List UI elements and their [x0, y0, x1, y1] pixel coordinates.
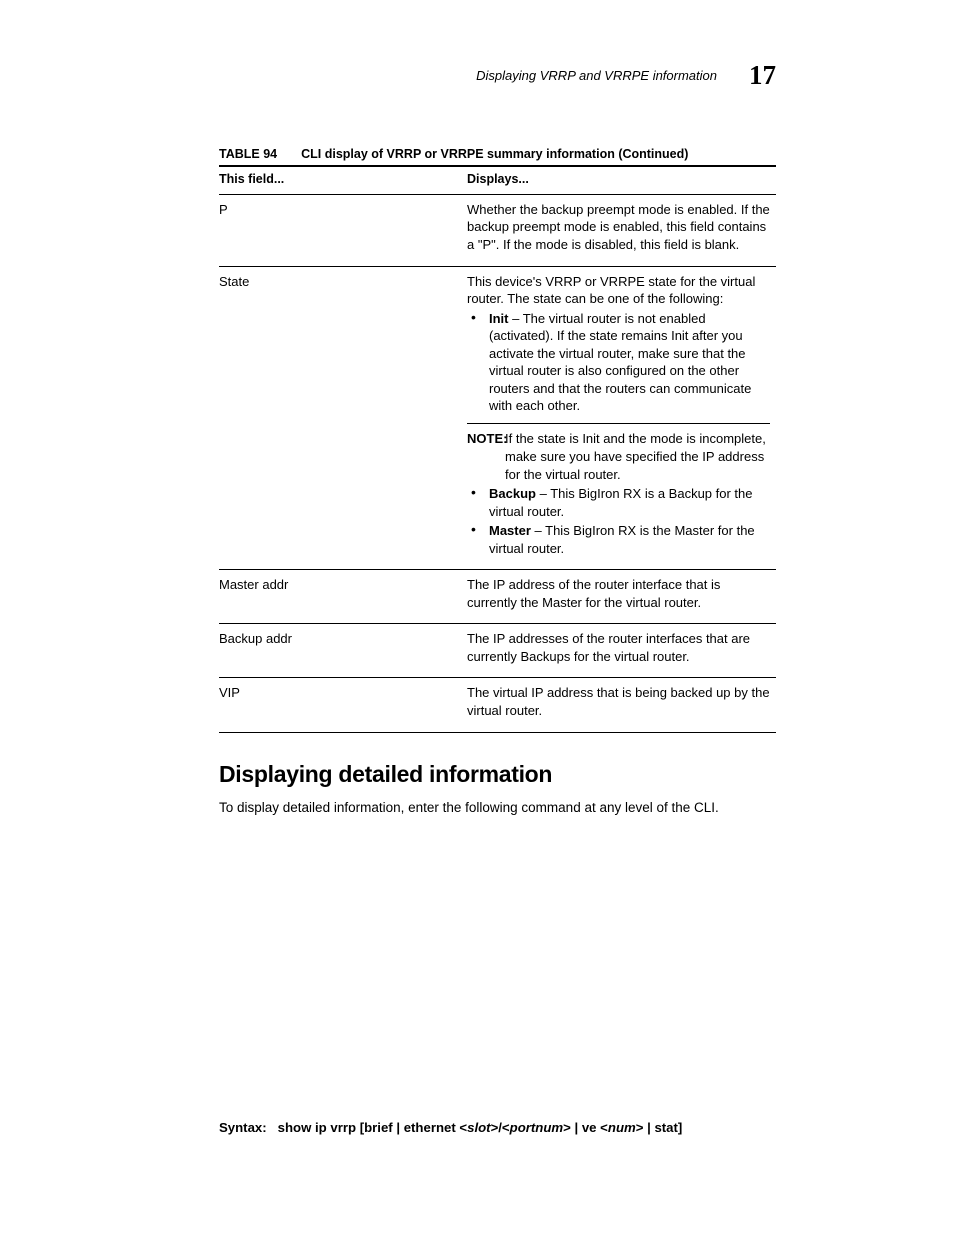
backup-label: Backup — [489, 486, 536, 501]
field-name: P — [219, 194, 467, 266]
syntax-cmd-pre: show ip vrrp [brief | ethernet < — [278, 1120, 467, 1135]
list-item: Init – The virtual router is not enabled… — [485, 310, 770, 415]
field-name: Master addr — [219, 570, 467, 624]
desc-text: The virtual IP address that is being bac… — [467, 684, 770, 719]
syntax-label: Syntax: — [219, 1120, 267, 1135]
desc-text: The IP addresses of the router interface… — [467, 630, 770, 665]
desc-text: The IP address of the router interface t… — [467, 576, 770, 611]
field-name: Backup addr — [219, 624, 467, 678]
note: NOTE: If the state is Init and the mode … — [467, 430, 770, 483]
list-item: Master – This BigIron RX is the Master f… — [485, 522, 770, 557]
section-body: To display detailed information, enter t… — [219, 800, 776, 815]
desc-intro: This device's VRRP or VRRPE state for th… — [467, 273, 770, 308]
table-caption: TABLE 94 CLI display of VRRP or VRRPE su… — [219, 147, 776, 161]
table-row: Backup addr The IP addresses of the rout… — [219, 624, 776, 678]
field-desc: Whether the backup preempt mode is enabl… — [467, 194, 776, 266]
chapter-number: 17 — [749, 60, 776, 91]
syntax-var-slot: slot — [467, 1120, 490, 1135]
state-list-2: Backup – This BigIron RX is a Backup for… — [467, 485, 770, 557]
running-header: Displaying VRRP and VRRPE information 17 — [219, 60, 776, 91]
table-row: State This device's VRRP or VRRPE state … — [219, 266, 776, 570]
section-heading: Displaying detailed information — [219, 761, 776, 788]
table-row: P Whether the backup preempt mode is ena… — [219, 194, 776, 266]
table-label: TABLE 94 — [219, 147, 277, 161]
syntax-var-port: portnum — [510, 1120, 563, 1135]
field-desc: This device's VRRP or VRRPE state for th… — [467, 266, 776, 570]
summary-table: This field... Displays... P Whether the … — [219, 165, 776, 733]
col-desc-header: Displays... — [467, 166, 776, 194]
syntax-line: Syntax: show ip vrrp [brief | ethernet <… — [219, 1120, 682, 1135]
inner-separator — [467, 423, 770, 424]
field-name: State — [219, 266, 467, 570]
col-field-header: This field... — [219, 166, 467, 194]
list-item: Backup – This BigIron RX is a Backup for… — [485, 485, 770, 520]
page: Displaying VRRP and VRRPE information 17… — [0, 0, 954, 1235]
table-row: Master addr The IP address of the router… — [219, 570, 776, 624]
field-desc: The IP addresses of the router interface… — [467, 624, 776, 678]
state-list: Init – The virtual router is not enabled… — [467, 310, 770, 415]
field-name: VIP — [219, 678, 467, 732]
running-title: Displaying VRRP and VRRPE information — [476, 68, 717, 83]
note-text: If the state is Init and the mode is inc… — [467, 430, 770, 483]
syntax-tail: > | stat] — [636, 1120, 683, 1135]
field-desc: The virtual IP address that is being bac… — [467, 678, 776, 732]
desc-text: Whether the backup preempt mode is enabl… — [467, 201, 770, 254]
master-label: Master — [489, 523, 531, 538]
syntax-mid1: >/< — [491, 1120, 510, 1135]
syntax-var-num: num — [608, 1120, 636, 1135]
table-title: CLI display of VRRP or VRRPE summary inf… — [301, 147, 688, 161]
field-desc: The IP address of the router interface t… — [467, 570, 776, 624]
init-text: – The virtual router is not enabled (act… — [489, 311, 751, 414]
syntax-mid2: > | ve < — [563, 1120, 608, 1135]
note-label: NOTE: — [467, 431, 507, 446]
table-row: VIP The virtual IP address that is being… — [219, 678, 776, 732]
table-header-row: This field... Displays... — [219, 166, 776, 194]
init-label: Init — [489, 311, 509, 326]
